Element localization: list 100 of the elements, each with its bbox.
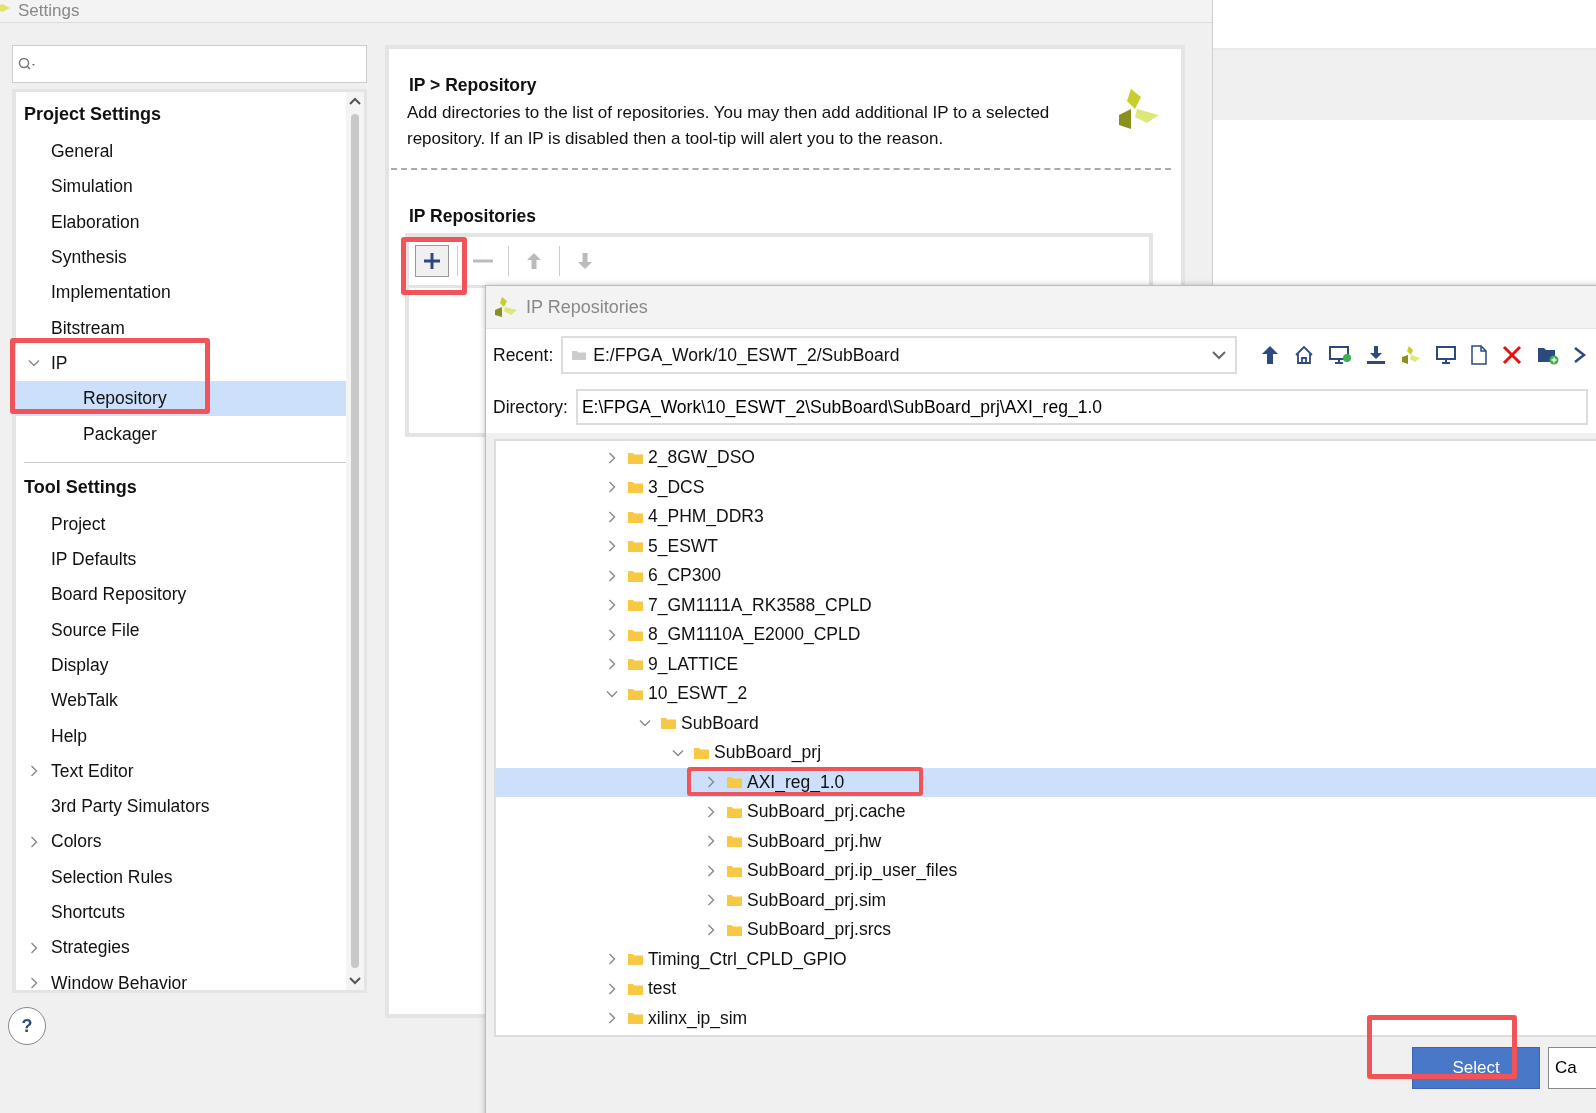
section-heading: Tool Settings — [23, 475, 138, 499]
scroll-down-icon[interactable] — [348, 976, 362, 986]
tree-row[interactable]: 6_CP300 — [496, 561, 1596, 591]
sidebar-item[interactable]: General — [16, 134, 346, 170]
dialog-title: IP Repositories — [526, 296, 648, 318]
up-arrow-icon[interactable] — [1261, 345, 1280, 365]
search-field[interactable] — [12, 45, 367, 83]
cancel-button[interactable]: Ca — [1548, 1047, 1596, 1089]
field-label: Recent: — [493, 344, 554, 366]
tree-row[interactable]: SubBoard_prj.sim — [496, 885, 1596, 915]
sidebar-item[interactable]: Text Editor — [16, 753, 346, 790]
sidebar-item[interactable]: Strategies — [16, 930, 346, 966]
sidebar-item[interactable]: Packager — [16, 416, 346, 452]
monitor-icon[interactable] — [1329, 345, 1352, 365]
folder-icon — [727, 864, 742, 877]
help-button[interactable]: ? — [8, 1007, 46, 1045]
chevron-right-icon[interactable] — [705, 805, 717, 818]
tree-row[interactable]: Timing_Ctrl_CPLD_GPIO — [496, 944, 1596, 974]
chevron-right-icon[interactable] — [606, 510, 618, 523]
tree-row[interactable]: 2_8GW_DSO — [496, 443, 1596, 473]
tree-row[interactable]: SubBoard_prj.hw — [496, 826, 1596, 856]
folder-icon — [628, 481, 643, 494]
sidebar-item[interactable]: IP Defaults — [16, 541, 346, 578]
chevron-right-icon[interactable] — [705, 923, 717, 936]
sidebar-item[interactable]: Project — [16, 506, 346, 542]
tree-row[interactable]: xilinx_ip_sim — [496, 1003, 1596, 1033]
tree-row[interactable]: 7_GM1111A_RK3588_CPLD — [496, 590, 1596, 620]
sidebar-item[interactable]: Board Repository — [16, 577, 346, 613]
chevron-right-icon[interactable] — [606, 451, 618, 464]
chevron-right-icon[interactable] — [705, 835, 717, 848]
folder-icon — [628, 982, 643, 995]
chevron-right-icon[interactable] — [606, 540, 618, 553]
chevron-right-icon[interactable] — [28, 977, 40, 990]
tree-row[interactable]: 3_DCS — [496, 472, 1596, 502]
chevron-right-icon[interactable] — [705, 864, 717, 877]
monitor-icon[interactable] — [1436, 345, 1457, 365]
chevron-right-icon[interactable] — [705, 776, 717, 789]
tree-row[interactable]: test — [496, 974, 1596, 1004]
folder-add-icon[interactable] — [1537, 345, 1560, 365]
download-icon[interactable] — [1366, 345, 1387, 365]
scroll-up-icon[interactable] — [348, 96, 362, 106]
plus-icon — [422, 251, 442, 271]
folder-icon — [571, 349, 588, 361]
sidebar-item[interactable]: Bitstream — [16, 310, 346, 346]
folder-icon — [661, 717, 676, 730]
close-icon[interactable] — [1502, 345, 1523, 365]
chevron-right-icon[interactable] — [28, 765, 40, 778]
folder-icon — [727, 894, 742, 907]
chevron-right-icon[interactable] — [606, 982, 618, 995]
chevron-right-icon[interactable] — [28, 941, 40, 954]
expand-icon[interactable] — [1574, 345, 1587, 365]
sidebar-item[interactable]: Window Behavior — [16, 965, 346, 1001]
chevron-right-icon[interactable] — [606, 658, 618, 671]
tree-row[interactable]: SubBoard — [496, 708, 1596, 738]
logo-icon[interactable] — [1401, 345, 1422, 365]
sidebar-item[interactable]: Simulation — [16, 169, 346, 205]
section-heading: IP Repositories — [409, 206, 538, 227]
chevron-right-icon[interactable] — [606, 628, 618, 641]
caret-icon[interactable] — [1211, 350, 1228, 360]
file-icon[interactable] — [1471, 345, 1488, 365]
chevron-right-icon[interactable] — [705, 894, 717, 907]
folder-icon — [628, 599, 643, 612]
tree-row[interactable]: 9_LATTICE — [496, 649, 1596, 679]
sidebar-item[interactable]: Colors — [16, 824, 346, 860]
tree-row[interactable]: 10_ESWT_2 — [496, 679, 1596, 709]
sidebar-item[interactable]: IP — [16, 345, 346, 382]
add-button[interactable] — [415, 245, 449, 277]
directory-field[interactable]: E:\FPGA_Work\10_ESWT_2\SubBoard\SubBoard_prj\AXI_reg_1.0 — [575, 389, 1588, 425]
sidebar-item[interactable]: Shortcuts — [16, 894, 346, 931]
tree-row[interactable]: 4_PHM_DDR3 — [496, 502, 1596, 532]
sidebar-item[interactable]: Help — [16, 718, 346, 754]
chevron-right-icon[interactable] — [606, 953, 618, 966]
sidebar-item[interactable]: WebTalk — [16, 683, 346, 719]
chevron-right-icon[interactable] — [606, 481, 618, 494]
tree-row[interactable]: SubBoard_prj.cache — [496, 797, 1596, 827]
folder-icon — [628, 1012, 643, 1025]
sidebar-item[interactable]: Synthesis — [16, 239, 346, 276]
folder-icon — [628, 628, 643, 641]
chevron-right-icon[interactable] — [28, 836, 40, 848]
scrollbar[interactable] — [346, 92, 364, 990]
tree-row[interactable]: SubBoard_prj.srcs — [496, 915, 1596, 945]
tree-row[interactable]: SubBoard_prj — [496, 738, 1596, 768]
sidebar-item[interactable]: Selection Rules — [16, 859, 346, 895]
chevron-right-icon[interactable] — [606, 599, 618, 612]
home-icon[interactable] — [1294, 345, 1315, 365]
tree-row[interactable]: 5_ESWT — [496, 531, 1596, 561]
tree-row[interactable]: 8_GM1110A_E2000_CPLD — [496, 620, 1596, 650]
recent-dropdown[interactable]: E:/FPGA_Work/10_ESWT_2/SubBoard — [561, 336, 1238, 374]
sidebar-item[interactable]: Elaboration — [16, 204, 346, 240]
sidebar-item[interactable]: Display — [16, 647, 346, 684]
sidebar-item[interactable]: 3rd Party Simulators — [16, 789, 346, 825]
logo-icon — [494, 296, 518, 318]
sidebar-item[interactable]: Source File — [16, 612, 346, 648]
chevron-right-icon[interactable] — [606, 1012, 618, 1025]
sidebar-item[interactable]: Implementation — [16, 275, 346, 311]
folder-icon — [727, 923, 742, 936]
chevron-right-icon[interactable] — [606, 569, 618, 582]
section-heading: Project Settings — [23, 103, 163, 126]
tree-row[interactable]: SubBoard_prj.ip_user_files — [496, 856, 1596, 886]
tree-row[interactable]: AXI_reg_1.0 — [496, 767, 1596, 797]
